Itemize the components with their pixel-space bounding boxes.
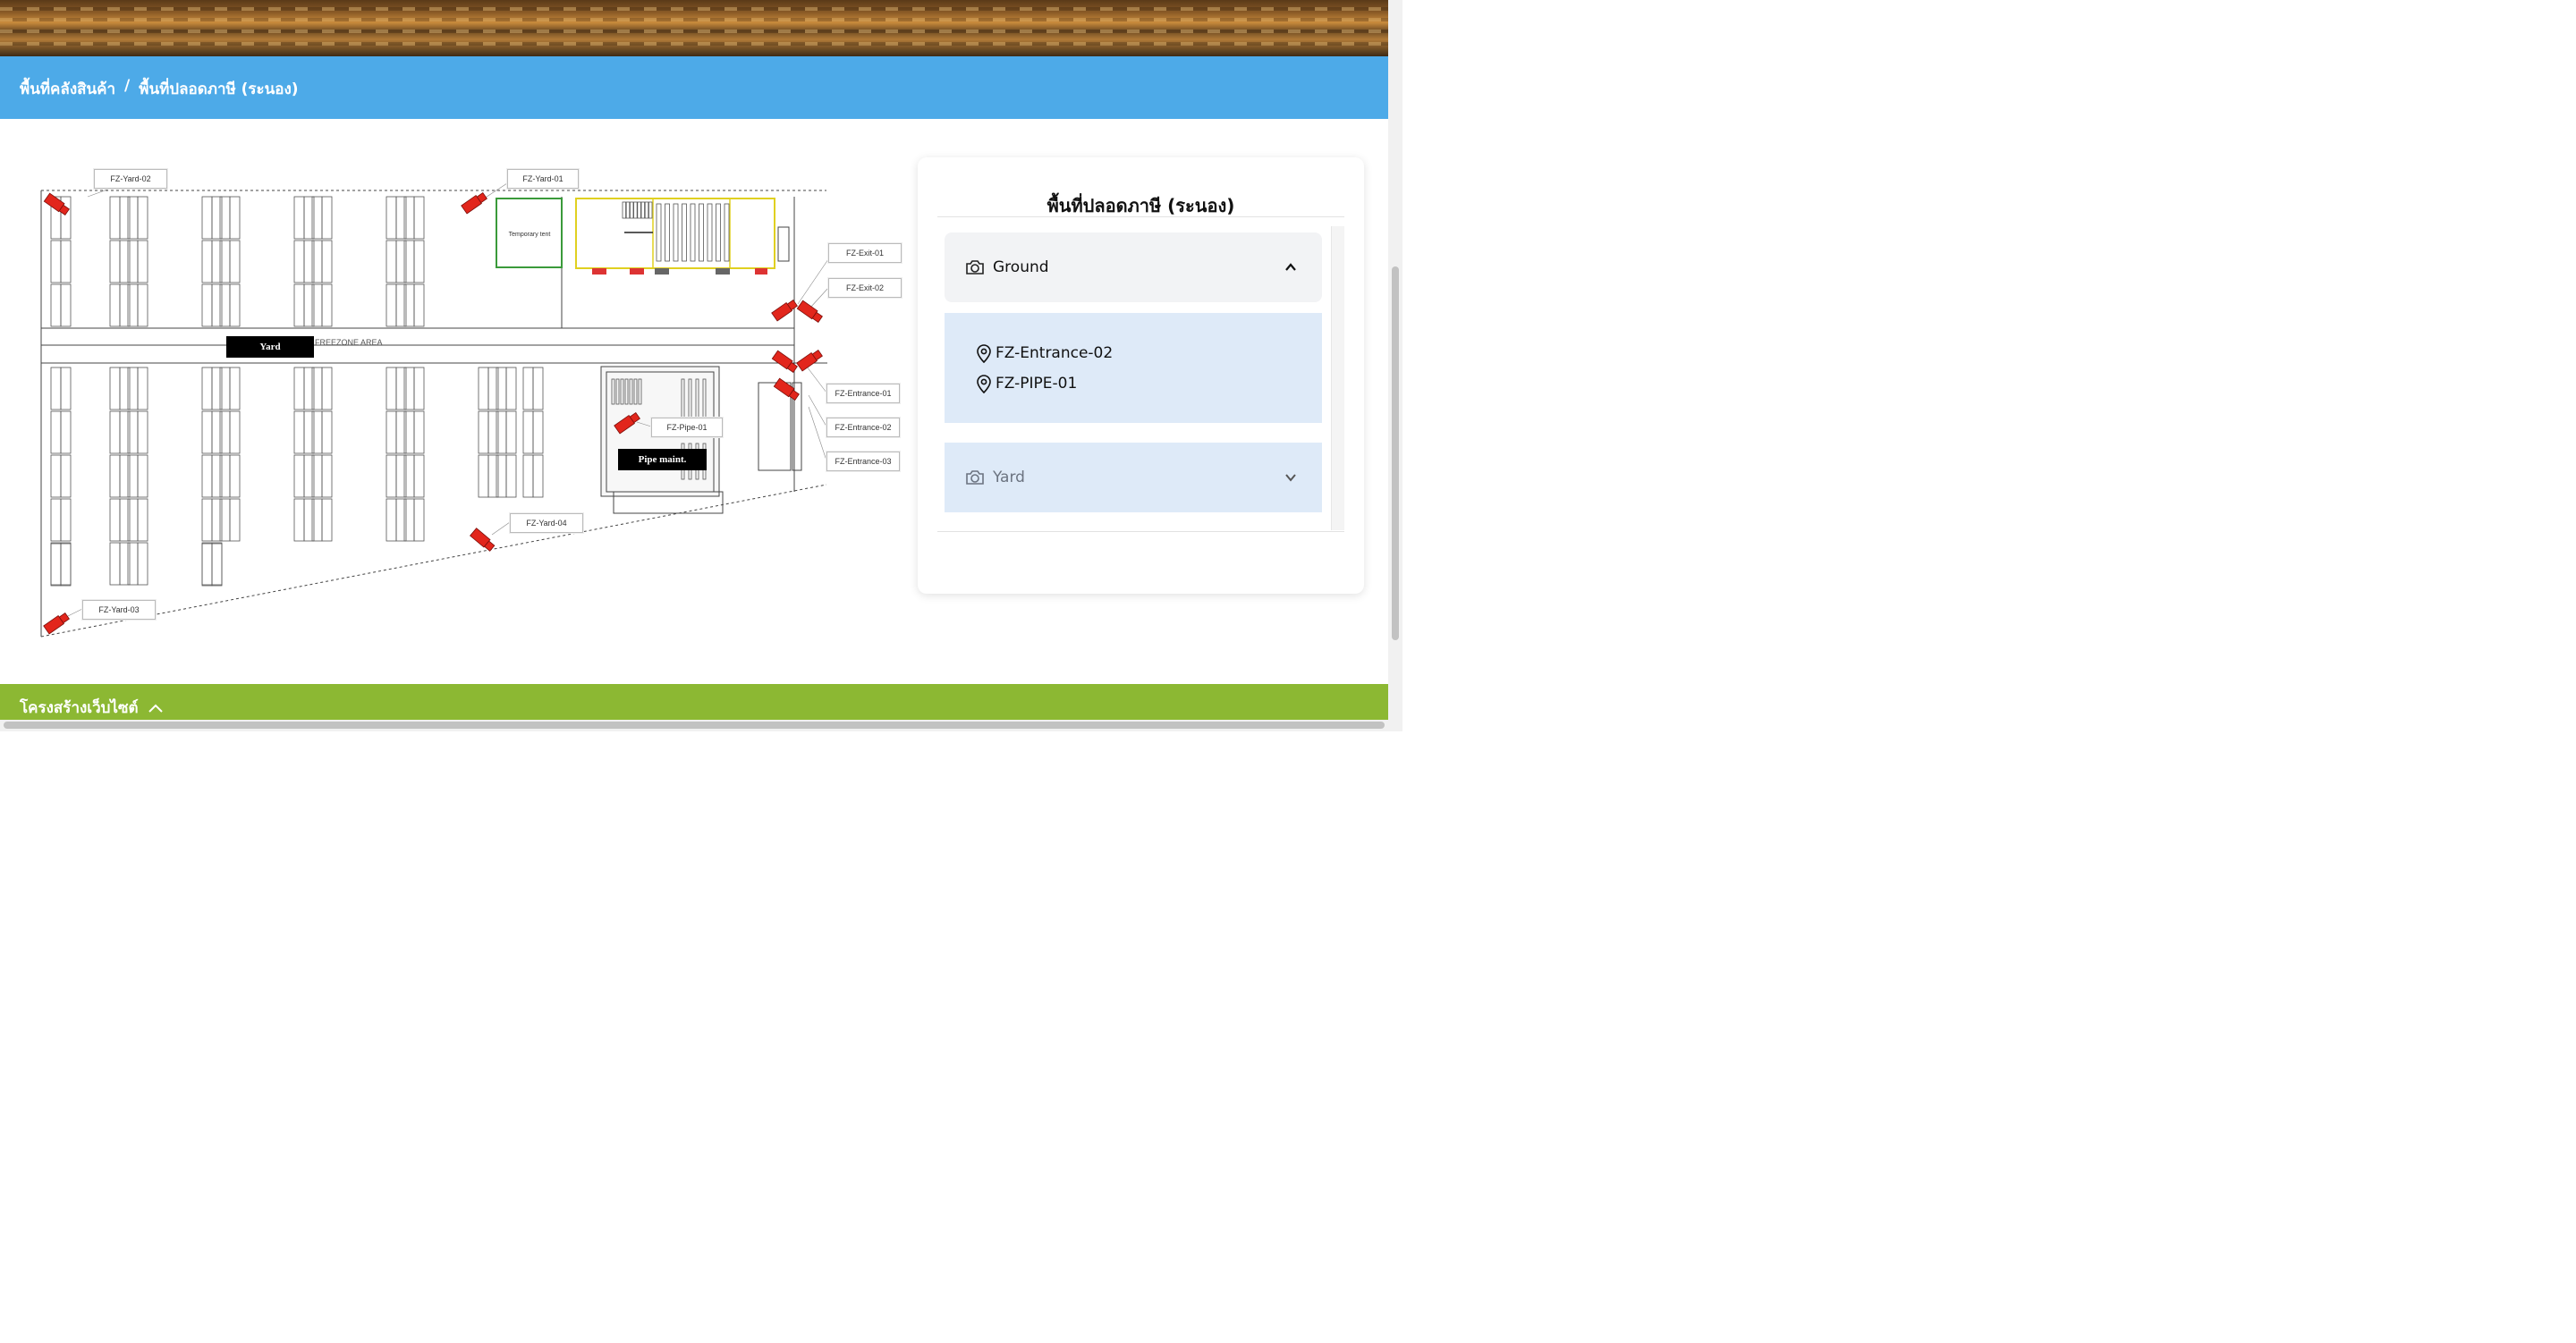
camera-panel: พื้นที่ปลอดภาษี (ระนอง) Ground FZ-Entran…	[918, 157, 1364, 594]
temporary-tent-label: Temporary tent	[509, 232, 551, 238]
camera-label-entrance-03[interactable]: FZ-Entrance-03	[826, 452, 900, 471]
header-banner-image	[0, 0, 1388, 56]
cctv-camera-icon[interactable]	[461, 191, 487, 215]
cctv-camera-icon[interactable]	[796, 349, 823, 372]
accordion-header-ground[interactable]: Ground	[945, 232, 1322, 302]
accordion-title-yard: Yard	[993, 469, 1025, 486]
camera-icon	[966, 470, 984, 485]
camera-label-exit-01[interactable]: FZ-Exit-01	[828, 243, 902, 263]
map-pin-icon	[977, 344, 991, 363]
breadcrumb: พื้นที่คลังสินค้า / พื้นที่ปลอดภาษี (ระน…	[20, 77, 299, 101]
panel-divider-bottom	[937, 531, 1344, 532]
site-structure-bar[interactable]: โครงสร้างเว็บไซต์	[0, 684, 1388, 720]
camera-label-entrance-02[interactable]: FZ-Entrance-02	[826, 418, 900, 437]
camera-label-yard-04[interactable]: FZ-Yard-04	[510, 513, 583, 533]
site-structure-label: โครงสร้างเว็บไซต์	[20, 699, 139, 717]
camera-label-pipe-01[interactable]: FZ-Pipe-01	[651, 418, 723, 437]
location-label: FZ-PIPE-01	[996, 375, 1078, 393]
camera-label-yard-01[interactable]: FZ-Yard-01	[507, 169, 579, 189]
vertical-scrollbar-thumb[interactable]	[1392, 266, 1399, 640]
zone-label-pipe-maint[interactable]: Pipe maint.	[618, 449, 707, 470]
camera-label-entrance-01[interactable]: FZ-Entrance-01	[826, 384, 900, 403]
zone-label-yard[interactable]: Yard	[226, 336, 314, 358]
breadcrumb-separator: /	[124, 77, 131, 95]
camera-label-yard-03[interactable]: FZ-Yard-03	[82, 600, 156, 620]
breadcrumb-item-freezone[interactable]: พื้นที่ปลอดภาษี (ระนอง)	[139, 77, 298, 101]
freezone-area-text: FREEZONE AREA	[315, 338, 383, 347]
map-pin-icon	[977, 375, 991, 393]
cctv-camera-icon[interactable]	[43, 612, 70, 635]
camera-icon	[966, 260, 984, 275]
cctv-camera-icon[interactable]	[796, 300, 823, 324]
accordion-header-yard[interactable]: Yard	[945, 443, 1322, 512]
breadcrumb-item-warehouse[interactable]: พื้นที่คลังสินค้า	[20, 77, 115, 101]
camera-label-exit-02[interactable]: FZ-Exit-02	[828, 278, 902, 298]
floor-plan-map[interactable]: Temporary tent FREEZONE AREA FZ-Yard-02 …	[36, 161, 908, 648]
accordion-body-ground: FZ-Entrance-02 FZ-PIPE-01	[945, 313, 1322, 423]
chevron-up-icon	[148, 704, 163, 713]
breadcrumb-bar: พื้นที่คลังสินค้า / พื้นที่ปลอดภาษี (ระน…	[0, 56, 1388, 119]
accordion-title-ground: Ground	[993, 258, 1049, 276]
floor-plan-drawing: Temporary tent FREEZONE AREA	[40, 182, 829, 638]
location-item-pipe-01[interactable]: FZ-PIPE-01	[975, 374, 1077, 393]
location-item-entrance-02[interactable]: FZ-Entrance-02	[975, 343, 1113, 363]
chevron-up-icon	[1285, 263, 1296, 271]
camera-label-yard-02[interactable]: FZ-Yard-02	[94, 169, 167, 189]
location-label: FZ-Entrance-02	[996, 344, 1114, 362]
chevron-down-icon	[1285, 474, 1296, 482]
cctv-camera-icon[interactable]	[773, 377, 800, 401]
horizontal-scrollbar-thumb[interactable]	[4, 722, 1385, 729]
panel-divider	[937, 216, 1344, 217]
cctv-camera-icon[interactable]	[470, 528, 496, 552]
panel-scrollbar[interactable]	[1331, 226, 1344, 530]
